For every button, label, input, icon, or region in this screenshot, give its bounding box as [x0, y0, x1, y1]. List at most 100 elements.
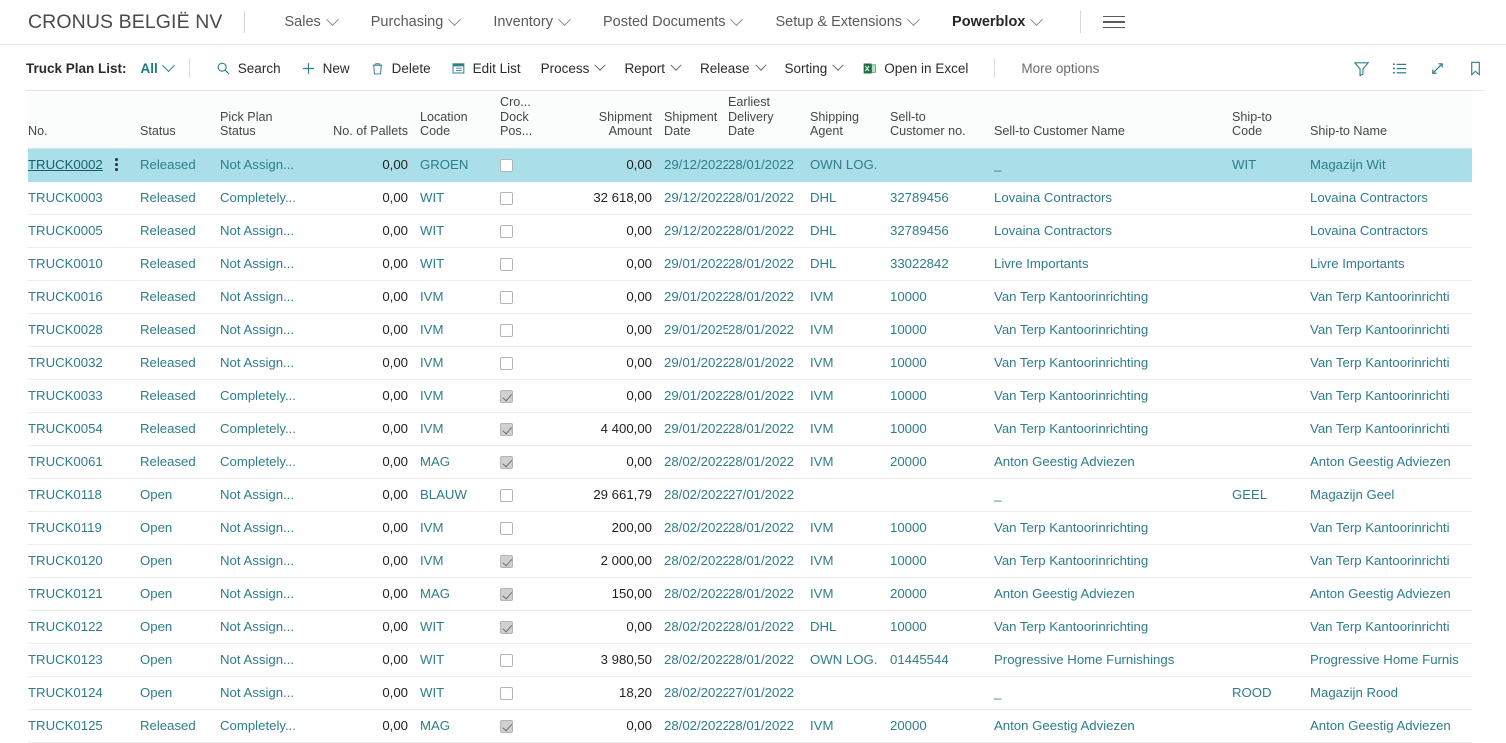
cell-no[interactable]: TRUCK0125	[28, 709, 140, 743]
cross-dock-checkbox[interactable]	[500, 225, 513, 238]
row-number-link[interactable]: TRUCK0016	[28, 289, 103, 304]
expand-icon[interactable]	[1422, 53, 1452, 83]
cell-no[interactable]: TRUCK0003	[28, 181, 140, 215]
column-header-sellname[interactable]: Sell-to Customer Name	[994, 91, 1232, 149]
cell-crossdock[interactable]	[500, 709, 572, 743]
row-number-link[interactable]: TRUCK0002	[28, 157, 103, 172]
filter-icon[interactable]	[1346, 53, 1376, 83]
cell-crossdock[interactable]	[500, 412, 572, 446]
cell-crossdock[interactable]	[500, 148, 572, 182]
column-header-earliest[interactable]: Earliest Delivery Date	[728, 91, 810, 149]
cross-dock-checkbox[interactable]	[500, 489, 513, 502]
cell-crossdock[interactable]	[500, 610, 572, 644]
row-number-link[interactable]: TRUCK0005	[28, 223, 103, 238]
cell-crossdock[interactable]	[500, 445, 572, 479]
sorting-button[interactable]: Sorting	[775, 56, 853, 81]
cell-crossdock[interactable]	[500, 478, 572, 512]
cell-crossdock[interactable]	[500, 214, 572, 248]
cell-no[interactable]: TRUCK0005	[28, 214, 140, 248]
cell-no[interactable]: TRUCK0010	[28, 247, 140, 281]
column-header-shipdate[interactable]: Shipment Date	[664, 91, 728, 149]
cell-crossdock[interactable]	[500, 577, 572, 611]
row-menu-icon[interactable]	[115, 158, 118, 171]
cross-dock-checkbox[interactable]	[500, 423, 513, 436]
cell-no[interactable]: TRUCK0016	[28, 280, 140, 314]
more-options-button[interactable]: More options	[1011, 56, 1109, 81]
cell-no[interactable]: TRUCK0028	[28, 313, 140, 347]
row-number-link[interactable]: TRUCK0032	[28, 355, 103, 370]
cell-no[interactable]: TRUCK0124	[28, 676, 140, 710]
open-in-excel-button[interactable]: Open in Excel	[852, 56, 978, 81]
table-row[interactable]: TRUCK0122 Open Not Assign... 0,00 WIT 0,00 28/…	[28, 610, 1500, 644]
nav-menu-inventory[interactable]: Inventory	[476, 0, 586, 45]
cross-dock-checkbox[interactable]	[500, 621, 513, 634]
nav-menu-sales[interactable]: Sales	[267, 0, 353, 45]
row-number-link[interactable]: TRUCK0033	[28, 388, 103, 403]
new-button[interactable]: New	[291, 56, 360, 81]
row-number-link[interactable]: TRUCK0028	[28, 322, 103, 337]
row-number-link[interactable]: TRUCK0118	[28, 487, 102, 502]
cross-dock-checkbox[interactable]	[500, 258, 513, 271]
table-row[interactable]: TRUCK0120 Open Not Assign... 0,00 IVM 2 000,0…	[28, 544, 1500, 578]
edit-list-button[interactable]: Edit List	[441, 56, 531, 81]
cell-crossdock[interactable]	[500, 643, 572, 677]
cell-crossdock[interactable]	[500, 346, 572, 380]
cell-crossdock[interactable]	[500, 676, 572, 710]
cross-dock-checkbox[interactable]	[500, 720, 513, 733]
row-number-link[interactable]: TRUCK0121	[28, 586, 103, 601]
table-row[interactable]: TRUCK0002 Released Not Assign... 0,00 GROEN 0…	[28, 148, 1500, 182]
column-header-pallets[interactable]: No. of Pallets	[330, 91, 420, 149]
cross-dock-checkbox[interactable]	[500, 456, 513, 469]
nav-menu-posted-documents[interactable]: Posted Documents	[586, 0, 759, 45]
bookmark-icon[interactable]	[1460, 53, 1490, 83]
table-row[interactable]: TRUCK0003 Released Completely... 0,00 WIT 32 …	[28, 181, 1500, 215]
column-header-no[interactable]: No.	[28, 91, 140, 149]
process-button[interactable]: Process	[531, 56, 615, 81]
row-number-link[interactable]: TRUCK0123	[28, 652, 103, 667]
cell-no[interactable]: TRUCK0033	[28, 379, 140, 413]
row-number-link[interactable]: TRUCK0010	[28, 256, 103, 271]
delete-button[interactable]: Delete	[360, 56, 441, 81]
row-number-link[interactable]: TRUCK0125	[28, 718, 103, 733]
cross-dock-checkbox[interactable]	[500, 390, 513, 403]
cross-dock-checkbox[interactable]	[500, 192, 513, 205]
column-header-agent[interactable]: Shipping Agent	[810, 91, 890, 149]
cell-crossdock[interactable]	[500, 247, 572, 281]
row-number-link[interactable]: TRUCK0122	[28, 619, 103, 634]
column-header-sellno[interactable]: Sell-to Customer no.	[890, 91, 994, 149]
cell-no[interactable]: TRUCK0123	[28, 643, 140, 677]
table-row[interactable]: TRUCK0054 Released Completely... 0,00 IVM 4 4…	[28, 412, 1500, 446]
column-header-crossdock[interactable]: Cro... Dock Pos...	[500, 91, 572, 149]
cell-crossdock[interactable]	[500, 511, 572, 545]
column-header-pick[interactable]: Pick Plan Status	[220, 91, 330, 149]
cell-no[interactable]: TRUCK0118	[28, 478, 140, 512]
nav-menu-powerblox[interactable]: Powerblox	[935, 0, 1058, 45]
cell-no[interactable]: TRUCK0002	[28, 148, 140, 182]
table-row[interactable]: TRUCK0033 Released Completely... 0,00 IVM 0,0…	[28, 379, 1500, 413]
cross-dock-checkbox[interactable]	[500, 324, 513, 337]
table-row[interactable]: TRUCK0032 Released Not Assign... 0,00 IVM 0,0…	[28, 346, 1500, 380]
table-row[interactable]: TRUCK0028 Released Not Assign... 0,00 IVM 0,0…	[28, 313, 1500, 347]
list-icon[interactable]	[1384, 53, 1414, 83]
cell-crossdock[interactable]	[500, 379, 572, 413]
nav-menu-purchasing[interactable]: Purchasing	[354, 0, 477, 45]
cell-crossdock[interactable]	[500, 181, 572, 215]
cell-crossdock[interactable]	[500, 544, 572, 578]
column-header-shipamt[interactable]: Shipment Amount	[572, 91, 664, 149]
table-row[interactable]: TRUCK0124 Open Not Assign... 0,00 WIT 18,20 28…	[28, 676, 1500, 710]
cell-no[interactable]: TRUCK0032	[28, 346, 140, 380]
report-button[interactable]: Report	[614, 56, 690, 81]
column-header-shipcode[interactable]: Ship-to Code	[1232, 91, 1310, 149]
cell-no[interactable]: TRUCK0119	[28, 511, 140, 545]
row-number-link[interactable]: TRUCK0120	[28, 553, 103, 568]
table-row[interactable]: TRUCK0121 Open Not Assign... 0,00 MAG 150,00 2…	[28, 577, 1500, 611]
column-header-status[interactable]: Status	[140, 91, 220, 149]
cross-dock-checkbox[interactable]	[500, 291, 513, 304]
cell-no[interactable]: TRUCK0122	[28, 610, 140, 644]
cross-dock-checkbox[interactable]	[500, 588, 513, 601]
cross-dock-checkbox[interactable]	[500, 654, 513, 667]
row-number-link[interactable]: TRUCK0054	[28, 421, 103, 436]
table-row[interactable]: TRUCK0061 Released Completely... 0,00 MAG 0,0…	[28, 445, 1500, 479]
row-number-link[interactable]: TRUCK0124	[28, 685, 103, 700]
table-row[interactable]: TRUCK0123 Open Not Assign... 0,00 WIT 3 980,5…	[28, 643, 1500, 677]
